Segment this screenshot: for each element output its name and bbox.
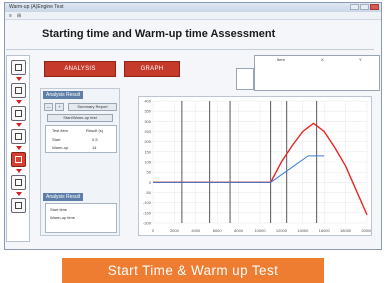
analysis-panel-header: Analysis Result (43, 91, 83, 99)
x-tick-label: 12000 (276, 228, 288, 233)
y-tick-label: 350 (144, 109, 151, 114)
start-time-label: Start time (50, 207, 68, 212)
x-tick-label: 8000 (234, 228, 244, 233)
legend-header-x: X (321, 57, 324, 62)
report-icon (15, 202, 22, 209)
table-cell: 14 (92, 145, 97, 150)
y-tick-label: 50 (147, 170, 152, 175)
column-header-result: Result (s) (86, 128, 104, 133)
caption-text: Start Time & Warm up Test (107, 263, 279, 278)
tool-report-button[interactable] (11, 198, 26, 213)
zoom-out-button[interactable]: — (44, 103, 53, 111)
header-divider (6, 49, 374, 50)
arrow-down-icon (16, 192, 22, 196)
analysis-icon (15, 156, 22, 163)
y-tick-label: 400 (144, 99, 151, 104)
result-panel-header: Analysis Result (43, 193, 83, 201)
tool-edit-button[interactable] (11, 175, 26, 190)
y-tick-label: -200 (143, 221, 152, 226)
close-button[interactable] (370, 4, 379, 10)
graph-panel: Item X Y 0 2000 4000 6000 8000 10000 12000 1400… (124, 52, 380, 248)
left-toolbar (6, 55, 30, 242)
x-tick-label: 0 (152, 228, 155, 233)
x-tick-label: 14000 (297, 228, 309, 233)
zoom-in-button[interactable]: + (55, 103, 64, 111)
minimize-button[interactable] (350, 4, 359, 10)
tool-open-button[interactable] (11, 60, 26, 75)
x-tick-label: 4000 (191, 228, 201, 233)
tool-timer-button[interactable] (11, 106, 26, 121)
arrow-down-icon (16, 169, 22, 173)
window-titlebar: Warm-up (A)Engine Test (5, 3, 381, 12)
plot-options-box[interactable] (236, 68, 254, 90)
folder-icon (15, 64, 22, 71)
y-tick-label: 250 (144, 129, 151, 134)
y-tick-label: 0 (149, 180, 152, 185)
tool-chart-button[interactable] (11, 129, 26, 144)
chart-icon (15, 133, 22, 140)
menu-item-2[interactable]: ⊞ (17, 13, 21, 19)
screenshot-stage: Warm-up (A)Engine Test ≡ ⊞ Starting time… (0, 0, 386, 283)
arrow-down-icon (16, 77, 22, 81)
summary-report-button[interactable]: Summary Report (68, 103, 117, 111)
legend-header-y: Y (359, 57, 362, 62)
tool-analysis-button[interactable] (11, 152, 26, 167)
y-tick-label: 150 (144, 149, 151, 154)
edit-icon (15, 179, 22, 186)
y-tick-label: 200 (144, 139, 151, 144)
menu-item-1[interactable]: ≡ (9, 13, 12, 19)
window-title: Warm-up (A)Engine Test (9, 4, 64, 10)
y-tick-label: 300 (144, 119, 151, 124)
legend-table: Item X Y (254, 55, 380, 91)
y-tick-label: -50 (145, 190, 152, 195)
analysis-panel: Analysis Result — + Summary Report Start… (40, 88, 120, 236)
x-tick-label: 18000 (340, 228, 352, 233)
maximize-button[interactable] (360, 4, 369, 10)
document-icon (15, 87, 22, 94)
test-mode-select[interactable]: Start/Warm-up test (47, 114, 113, 122)
warm-up-time-label: Warm-up time (50, 215, 75, 220)
legend-header-item: Item (277, 57, 285, 62)
y-tick-label: 100 (144, 160, 151, 165)
x-tick-label: 6000 (213, 228, 223, 233)
timer-icon (15, 110, 22, 117)
x-tick-label: 10000 (254, 228, 266, 233)
arrow-down-icon (16, 100, 22, 104)
line-chart: 0 2000 4000 6000 8000 10000 12000 14000 16000 180… (138, 96, 373, 236)
y-tick-label: -100 (143, 200, 152, 205)
menubar: ≡ ⊞ (5, 12, 381, 20)
x-tick-label: 20000 (361, 228, 371, 233)
table-cell: 0.5 (92, 137, 98, 142)
analysis-button[interactable]: ANALYSIS (44, 61, 116, 77)
result-table: Test item Result (s) Start 0.5 Warm-up 1… (45, 125, 117, 153)
chart-canvas: 0 2000 4000 6000 8000 10000 12000 14000 16000 180… (143, 99, 373, 234)
x-tick-label: 2000 (170, 228, 180, 233)
arrow-down-icon (16, 123, 22, 127)
caption-banner: Start Time & Warm up Test (62, 258, 324, 283)
page-title: Starting time and Warm-up time Assessmen… (42, 28, 276, 40)
result-summary-box: Start time Warm-up time (45, 203, 117, 233)
window-controls (350, 4, 379, 10)
table-cell: Warm-up (52, 145, 69, 150)
x-tick-label: 16000 (319, 228, 331, 233)
column-header-item: Test item (52, 128, 69, 133)
y-tick-label: -150 (143, 210, 152, 215)
table-cell: Start (52, 137, 61, 142)
tool-document-button[interactable] (11, 83, 26, 98)
arrow-down-icon (16, 146, 22, 150)
